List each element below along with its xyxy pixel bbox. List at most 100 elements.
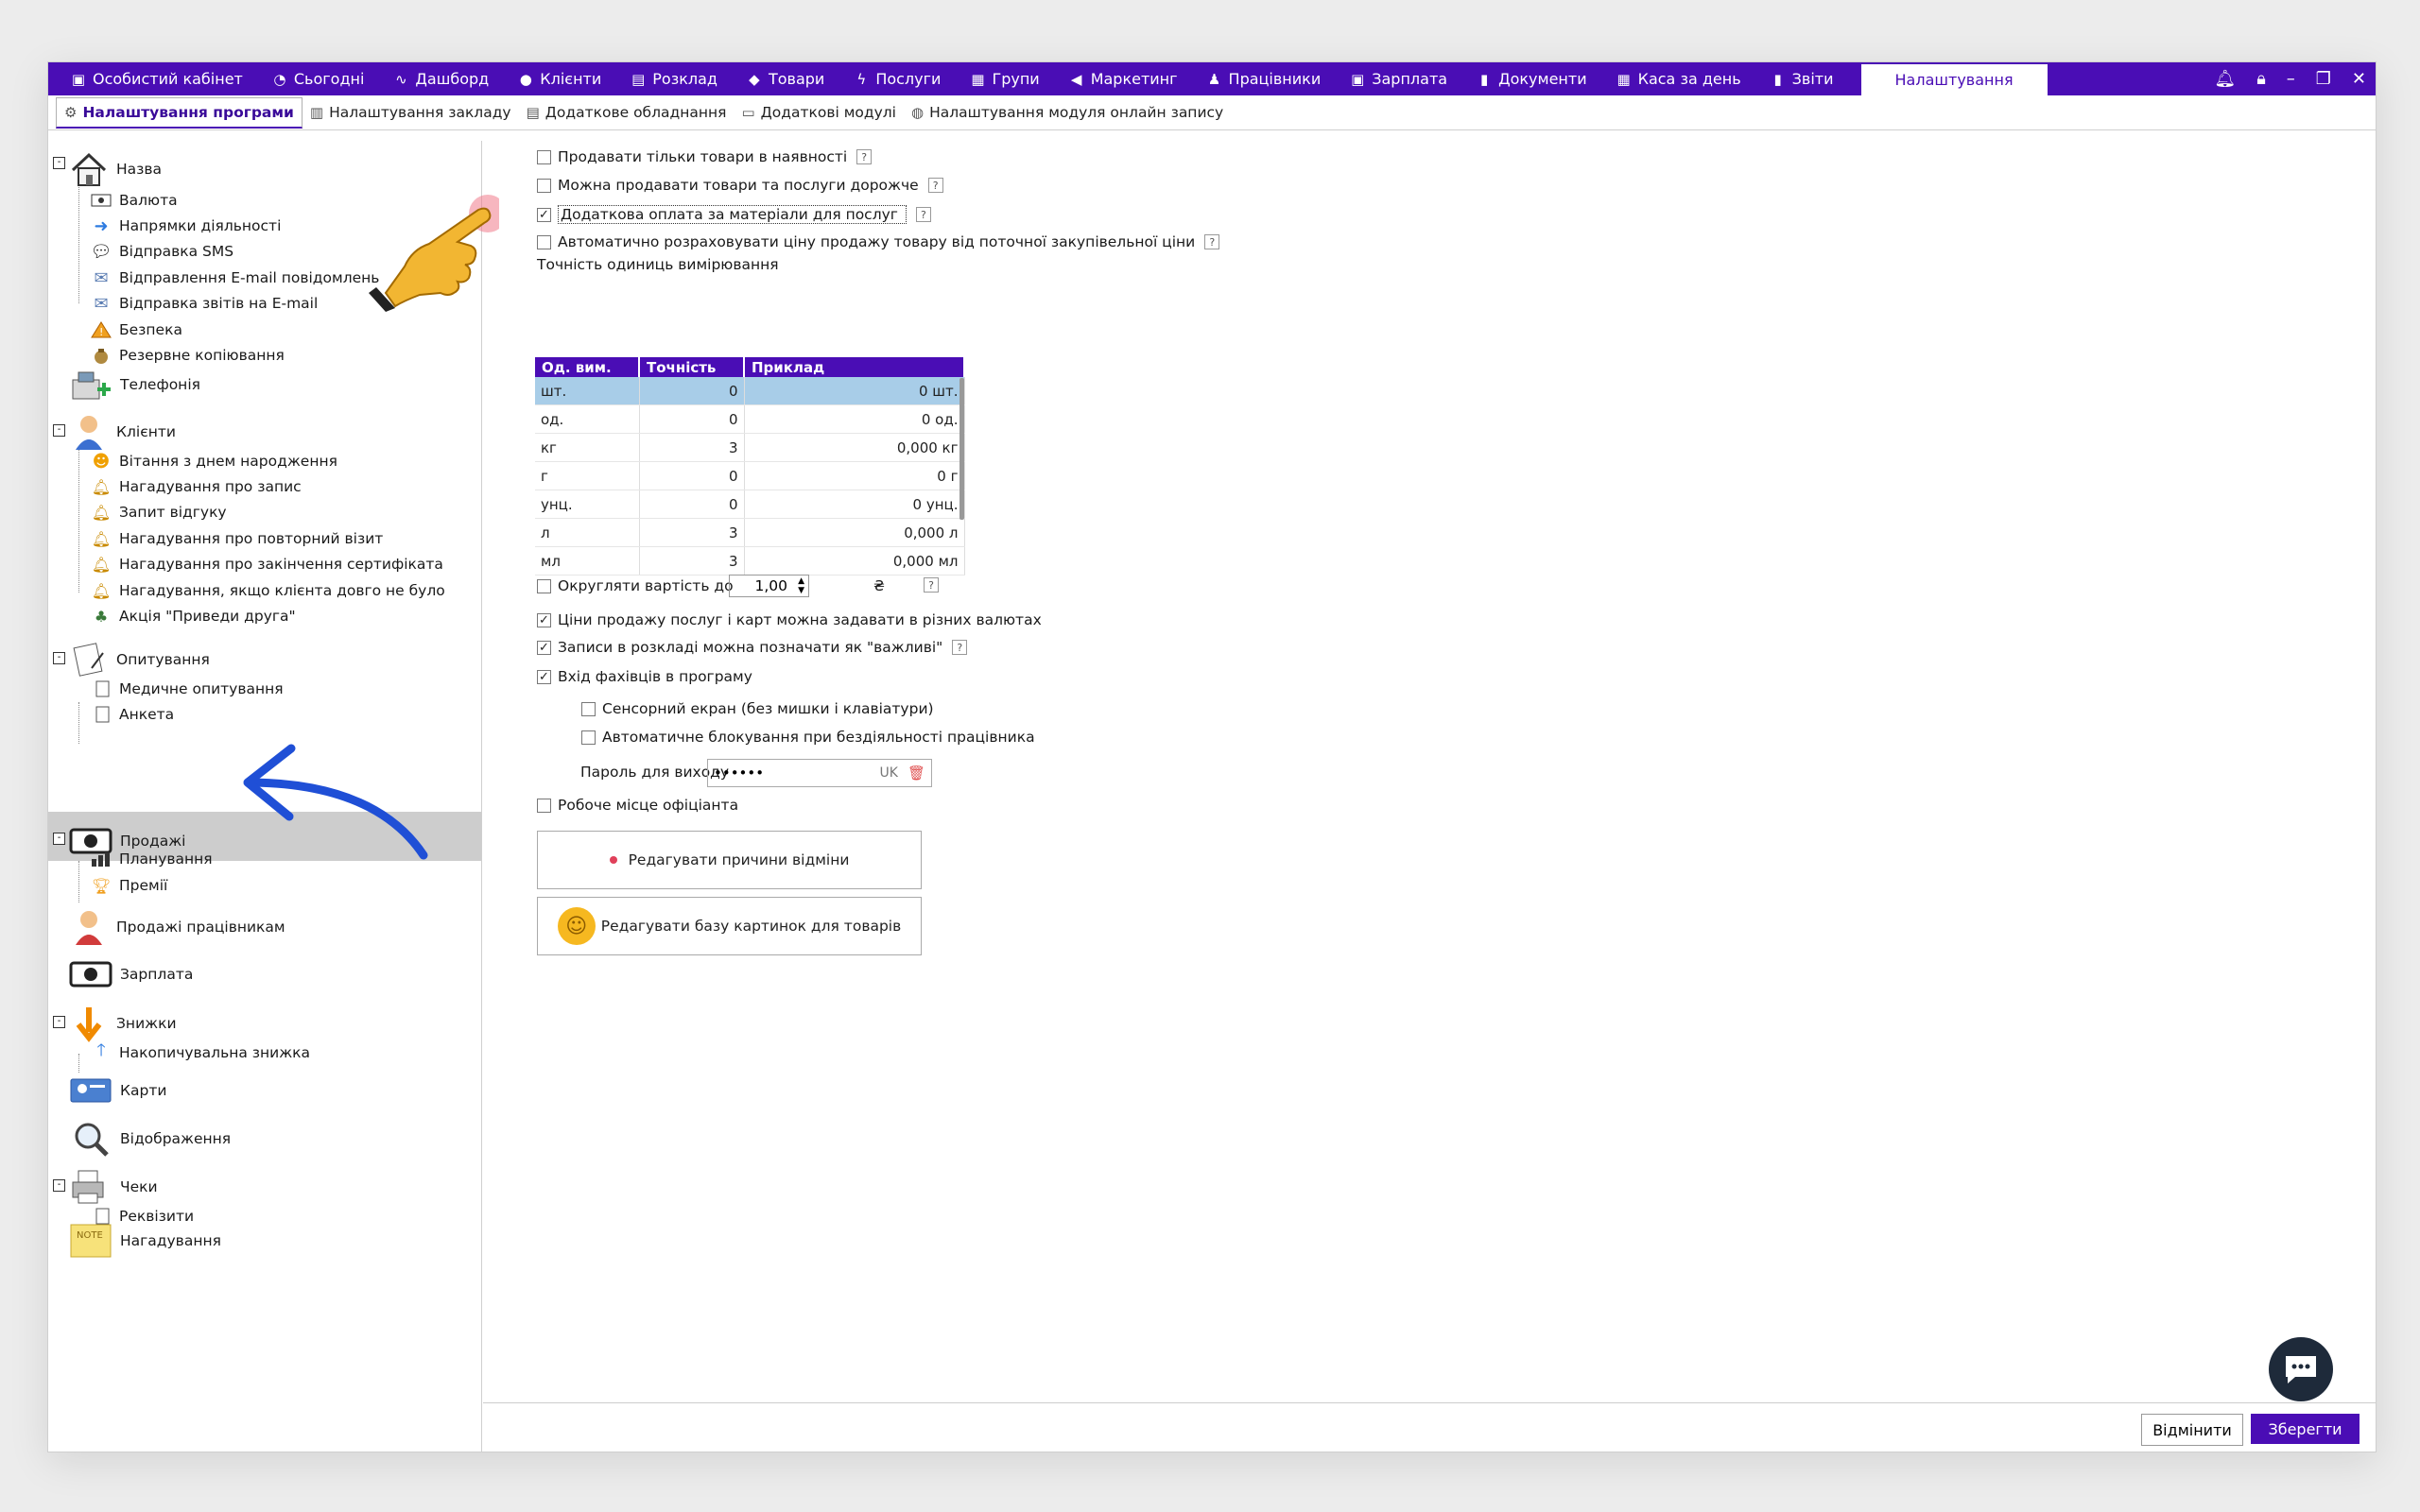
minimize-icon[interactable]: – — [2287, 69, 2295, 89]
auto-lock-checkbox[interactable] — [581, 730, 596, 745]
tree-item-valyuta[interactable]: Валюта — [91, 188, 178, 213]
tab-extra-modules[interactable]: ▭ Додаткові модулі — [734, 98, 904, 127]
edit-cancel-reasons-button[interactable]: Редагувати причини відміни — [537, 831, 922, 889]
table-scrollbar[interactable] — [959, 378, 964, 520]
nav-reports[interactable]: ▮ Звіти — [1755, 62, 1848, 95]
help-icon[interactable]: ? — [856, 149, 873, 164]
tab-program-settings[interactable]: ⚙ Налаштування програми — [56, 96, 302, 129]
nav-clients[interactable]: ● Клієнти — [503, 62, 615, 95]
option-staff-login[interactable]: ✓ Вхід фахівців в програму — [537, 668, 752, 685]
stepper-arrows-icon[interactable]: ▲ ▼ — [798, 576, 804, 595]
touch-screen-checkbox[interactable] — [581, 701, 596, 716]
nav-salary[interactable]: ▣ Зарплата — [1335, 62, 1461, 95]
expander-nazva[interactable]: - — [53, 157, 65, 169]
tree-item-znyzhky[interactable]: Знижки — [69, 1003, 177, 1044]
nav-schedule[interactable]: ▤ Розклад — [615, 62, 732, 95]
edit-product-images-button[interactable]: ☺ Редагувати базу картинок для товарів — [537, 897, 922, 955]
staff-login-checkbox[interactable]: ✓ — [537, 669, 551, 684]
password-field[interactable]: •••••• UK 🗑︎ — [707, 759, 932, 787]
tree-item-telefoniya[interactable]: Телефонія — [69, 364, 200, 405]
auto-price-checkbox[interactable] — [537, 234, 551, 249]
expander-klienty[interactable]: - — [53, 424, 65, 437]
tree-item-bezpeka[interactable]: ! Безпека — [91, 318, 182, 342]
expander-cheky[interactable]: - — [53, 1179, 65, 1192]
option-waiter[interactable]: Робоче місце офіціанта — [537, 797, 738, 814]
help-icon[interactable]: ? — [927, 178, 943, 193]
option-auto-price[interactable]: Автоматично розраховувати ціну продажу т… — [537, 233, 1220, 250]
table-row[interactable]: г00 г — [535, 461, 965, 490]
tree-item-planuvannya[interactable]: Планування — [91, 847, 213, 871]
option-multi-currency[interactable]: ✓ Ціни продажу послуг і карт можна задав… — [537, 611, 1042, 628]
nav-services[interactable]: ϟ Послуги — [838, 62, 955, 95]
expander-prodazhi[interactable]: - — [53, 833, 65, 845]
close-icon[interactable]: ✕ — [2352, 69, 2366, 89]
rounding-stepper[interactable]: 1,00 ▲ ▼ — [729, 575, 809, 597]
tab-extra-equipment[interactable]: ▤ Додаткове обладнання — [519, 98, 735, 127]
only-in-stock-checkbox[interactable] — [537, 149, 551, 164]
tree-item-email-reports[interactable]: ✉ Відправка звітів на E-mail — [91, 291, 318, 316]
tree-item-cheky[interactable]: Чеки — [69, 1166, 158, 1208]
maximize-icon[interactable]: ❐ — [2316, 69, 2331, 89]
tree-item-email-notif[interactable]: ✉ Відправлення E-mail повідомлень — [91, 266, 379, 290]
sell-expensive-checkbox[interactable] — [537, 178, 551, 193]
extra-materials-checkbox[interactable]: ✓ — [537, 207, 551, 222]
tree-item-vidobrazhennya[interactable]: Відображення — [69, 1118, 231, 1160]
tree-item-accum[interactable]: 🡑︎ Накопичувальна знижка — [91, 1040, 310, 1065]
nav-cash-day[interactable]: ▦ Каса за день — [1601, 62, 1755, 95]
table-row[interactable]: унц. 0 0 унц. — [535, 490, 965, 519]
nav-personal-cabinet[interactable]: ▣ Особистий кабінет — [56, 62, 257, 95]
table-row[interactable]: кг 3 0,000 кг — [535, 433, 965, 462]
tree-item-promo[interactable]: ♣ Акція "Приведи друга" — [91, 604, 296, 628]
tree-item-remind-long[interactable]: 🔔︎ Нагадування, якщо клієнта довго не бул… — [91, 578, 445, 603]
option-rounding[interactable]: Округляти вартість до — [537, 577, 734, 594]
nav-today[interactable]: ◔ Сьогодні — [257, 62, 379, 95]
tree-item-prod-staff[interactable]: Продажі працівникам — [69, 906, 285, 948]
expander-znyzhky[interactable]: - — [53, 1016, 65, 1028]
units-precision-table[interactable]: Од. вим. Точність Приклад шт. 0 0 шт. од. 0… — [535, 357, 965, 576]
tree-item-remind-record[interactable]: 🔔︎ Нагадування про запис — [91, 474, 302, 499]
bell-icon[interactable]: 🔔︎ — [2214, 69, 2236, 89]
tree-item-napryamky[interactable]: ➜ Напрямки діяльності — [91, 214, 281, 238]
option-extra-materials[interactable]: ✓ Додаткова оплата за матеріали для посл… — [537, 205, 931, 224]
option-only-in-stock[interactable]: Продавати тільки товари в наявності ? — [537, 148, 873, 165]
important-checkbox[interactable]: ✓ — [537, 640, 551, 655]
nav-groups[interactable]: ▦ Групи — [955, 62, 1053, 95]
help-icon[interactable]: ? — [915, 207, 931, 222]
waiter-checkbox[interactable] — [537, 798, 551, 813]
cancel-button[interactable]: Відмінити — [2141, 1414, 2243, 1446]
nav-marketing[interactable]: ◀ Маркетинг — [1054, 62, 1192, 95]
tree-item-nagaduvannya[interactable]: NOTE Нагадування — [69, 1220, 221, 1262]
option-important[interactable]: ✓ Записи в розкладі можна позначати як "… — [537, 639, 968, 656]
help-icon[interactable]: ? — [924, 577, 939, 593]
tree-item-birthday[interactable]: ☻ Вітання з днем народження — [91, 449, 337, 473]
nav-documents[interactable]: ▮ Документи — [1461, 62, 1601, 95]
tree-item-sms[interactable]: 💬︎ Відправка SMS — [91, 239, 234, 264]
tab-online-booking-settings[interactable]: ◍ Налаштування модуля онлайн запису — [904, 98, 1231, 127]
column-header-precision[interactable]: Точність — [639, 357, 745, 377]
tree-item-remind-cert[interactable]: 🔔︎ Нагадування про закінчення сертифіката — [91, 552, 443, 576]
help-icon[interactable]: ? — [1204, 234, 1220, 249]
tree-item-review[interactable]: 🔔︎ Запит відгуку — [91, 500, 227, 524]
nav-goods[interactable]: ◆ Товари — [732, 62, 838, 95]
tree-item-klienty[interactable]: Клієнти — [69, 411, 176, 453]
multi-currency-checkbox[interactable]: ✓ — [537, 612, 551, 627]
nav-settings[interactable]: Налаштування — [1860, 63, 2048, 96]
tree-item-karty[interactable]: Карти — [69, 1070, 166, 1111]
lock-icon[interactable]: 🔒︎ — [2256, 69, 2266, 89]
tree-item-nazva[interactable]: Назва — [69, 148, 162, 190]
rounding-checkbox[interactable] — [537, 578, 551, 593]
save-button[interactable]: Зберегти — [2251, 1414, 2360, 1444]
tree-item-remind-repeat[interactable]: 🔔︎ Нагадування про повторний візит — [91, 526, 383, 551]
nav-workers[interactable]: ♟ Працівники — [1192, 62, 1336, 95]
trash-icon[interactable]: 🗑︎ — [908, 765, 925, 782]
tree-item-medical[interactable]: Медичне опитування — [91, 677, 284, 701]
option-auto-lock[interactable]: Автоматичне блокування при бездіяльності… — [581, 729, 1035, 746]
help-icon[interactable]: ? — [952, 640, 968, 655]
expander-opytuvannya[interactable]: - — [53, 652, 65, 664]
tab-venue-settings[interactable]: ▥ Налаштування закладу — [302, 98, 519, 127]
nav-dashboard[interactable]: ∿ Дашборд — [378, 62, 503, 95]
table-row[interactable]: шт. 0 0 шт. — [535, 377, 965, 405]
option-touch-screen[interactable]: Сенсорний екран (без мишки і клавіатури) — [581, 700, 934, 717]
chat-widget-button[interactable] — [2269, 1337, 2333, 1401]
column-header-example[interactable]: Приклад — [744, 357, 965, 377]
